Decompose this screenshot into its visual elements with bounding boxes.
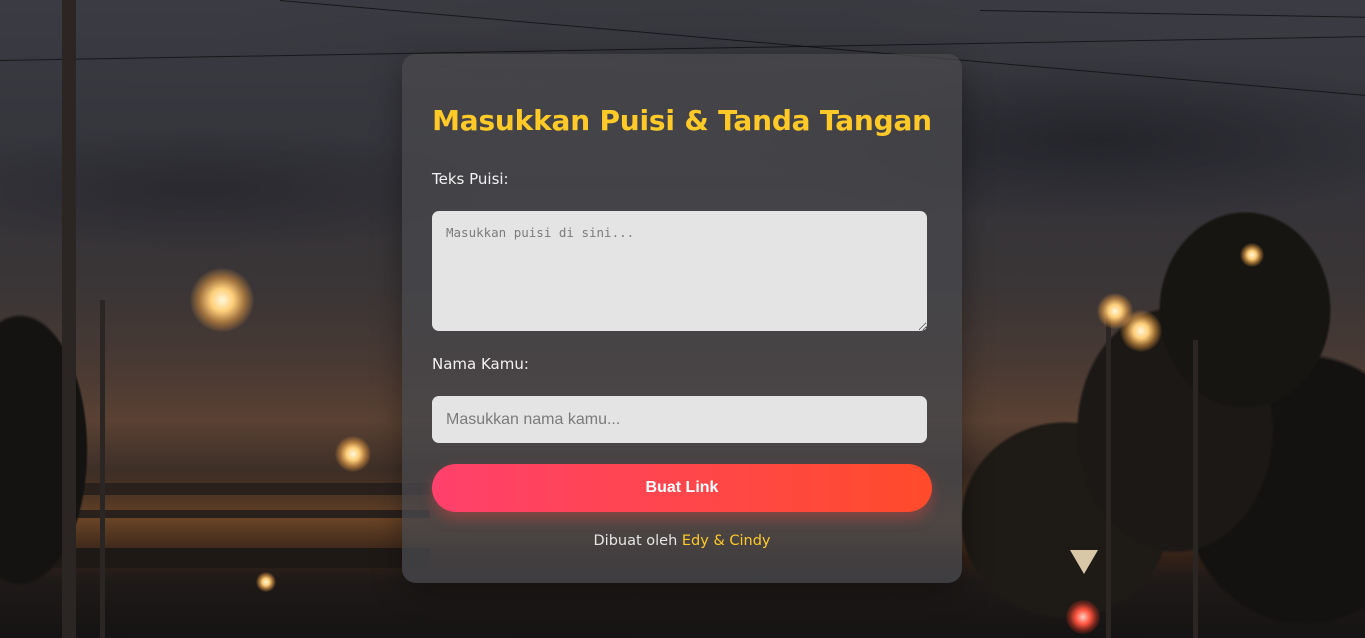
name-input[interactable] <box>432 396 927 443</box>
credits-footer: Dibuat oleh Edy & Cindy <box>402 533 962 549</box>
name-label: Nama Kamu: <box>432 355 529 373</box>
poem-form-card: Masukkan Puisi & Tanda Tangan Teks Puisi… <box>402 54 962 583</box>
create-link-button[interactable]: Buat Link <box>432 464 932 512</box>
form-title: Masukkan Puisi & Tanda Tangan <box>432 104 932 137</box>
poem-textarea[interactable] <box>432 211 927 331</box>
credits-prefix: Dibuat oleh <box>593 533 678 549</box>
poem-label: Teks Puisi: <box>432 170 509 188</box>
credits-authors: Edy & Cindy <box>681 533 771 549</box>
